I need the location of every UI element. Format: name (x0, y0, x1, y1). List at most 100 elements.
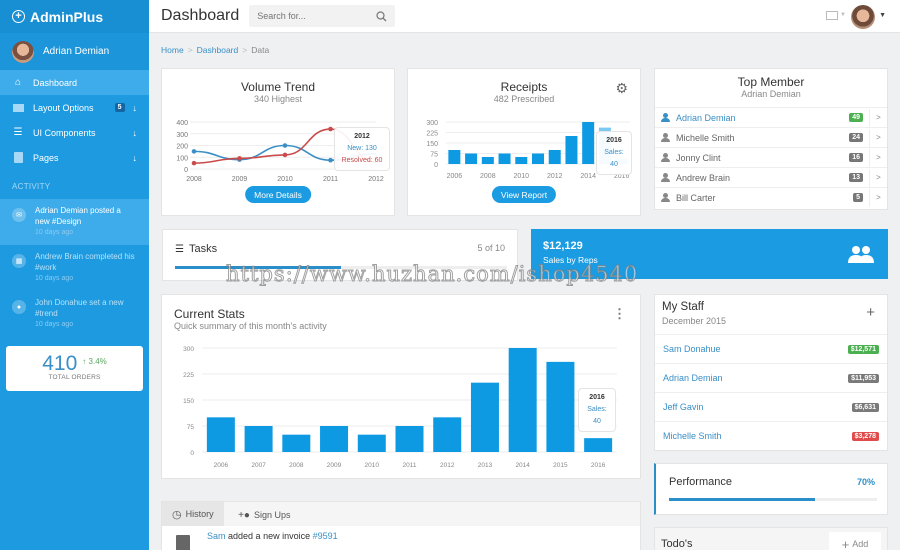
activity-item[interactable]: ✉ Adrian Demian posted a new #Design 10 … (0, 199, 149, 245)
staff-row[interactable]: Jeff Gavin $6,631 (655, 392, 887, 421)
layout-icon (12, 103, 24, 113)
group-icon (848, 246, 874, 263)
staff-name[interactable]: Adrian Demian (663, 373, 848, 383)
search-box[interactable] (249, 5, 396, 27)
x-tick-label: 2006 (214, 462, 229, 469)
home-icon: ⌂ (14, 77, 22, 88)
caret-down-icon[interactable]: ▼ (840, 12, 846, 18)
performance-progress-fill (669, 498, 815, 501)
sales-by-reps-card: $12,129 Sales by Reps (531, 229, 888, 279)
caret-down-icon[interactable]: ▼ (879, 12, 886, 19)
search-icon[interactable] (376, 10, 387, 22)
person-add-icon: +● (238, 509, 250, 521)
member-row[interactable]: Jonny Clint 16 > (655, 147, 887, 167)
chevron-right-icon[interactable]: > (869, 188, 887, 207)
sliders-icon: ☰ (13, 127, 23, 138)
y-tick-label: 300 (183, 346, 194, 353)
member-name[interactable]: Jonny Clint (676, 153, 849, 163)
member-row[interactable]: Adrian Demian 49 > (655, 107, 887, 127)
tasks-progress-fill (175, 266, 341, 269)
breadcrumb-dashboard[interactable]: Dashboard (197, 45, 239, 55)
sidebar-item-ui-components[interactable]: ☰ UI Components ↓ (0, 120, 149, 145)
performance-card: Performance 70% (654, 463, 888, 515)
x-tick-label: 2010 (513, 173, 529, 180)
staff-row[interactable]: Michelle Smith $3,278 (655, 421, 887, 450)
sidebar-item-layout-options[interactable]: Layout Options 5 ↓ (0, 95, 149, 120)
staff-row[interactable]: Adrian Demian $11,953 (655, 363, 887, 392)
tab-history[interactable]: ◷ History (162, 502, 224, 526)
member-list: Adrian Demian 49 > Michelle Smith 24 > J… (655, 107, 887, 207)
history-user-link[interactable]: Sam (207, 531, 226, 541)
chevron-right-icon[interactable]: > (869, 168, 887, 187)
bar (582, 122, 595, 164)
x-tick-label: 2016 (591, 462, 606, 469)
staff-name[interactable]: Sam Donahue (663, 344, 848, 354)
data-point (237, 156, 242, 161)
orders-value: 410 (42, 352, 78, 375)
x-tick-label: 2006 (447, 173, 463, 180)
sidebar-item-label: Dashboard (33, 77, 78, 88)
bar (481, 157, 494, 164)
add-todo-button[interactable]: + Add (829, 532, 881, 550)
member-count-badge: 16 (849, 153, 863, 162)
chevron-right-icon[interactable]: > (869, 108, 887, 127)
mail-icon[interactable] (826, 11, 838, 20)
add-staff-button[interactable]: + (866, 304, 875, 321)
sidebar-item-label: Pages (33, 152, 59, 163)
member-row[interactable]: Bill Carter 5 > (655, 187, 887, 207)
member-name[interactable]: Michelle Smith (676, 133, 849, 143)
y-tick-label: 100 (176, 155, 188, 162)
y-tick-label: 225 (426, 131, 438, 138)
sidebar-item-dashboard[interactable]: ⌂ Dashboard (0, 70, 149, 95)
plus-circle-icon: + (12, 10, 25, 23)
more-details-button[interactable]: More Details (245, 186, 311, 203)
sales-amount: $12,129 (543, 240, 583, 252)
tasks-title: Tasks (188, 243, 218, 255)
view-report-button[interactable]: View Report (491, 186, 557, 203)
activity-item[interactable]: ● John Donahue set a new #trend 10 days … (0, 291, 149, 337)
tasks-progress (175, 266, 507, 269)
x-tick-label: 2008 (186, 176, 202, 183)
performance-title: Performance (669, 476, 732, 488)
my-staff-card: My Staff December 2015 + Sam Donahue $12… (654, 294, 888, 451)
member-row[interactable]: Andrew Brain 13 > (655, 167, 887, 187)
activity-item[interactable]: ▦ Andrew Brain completed his #work 10 da… (0, 245, 149, 291)
performance-value: 70% (856, 477, 875, 487)
member-name[interactable]: Adrian Demian (676, 113, 849, 123)
x-tick-label: 2015 (553, 462, 568, 469)
top-bar: Dashboard ▼ ▼ (149, 0, 900, 33)
member-name[interactable]: Andrew Brain (676, 173, 849, 183)
tab-sign-ups[interactable]: +● Sign Ups (228, 503, 300, 527)
activity-heading: ACTIVITY (12, 182, 51, 191)
breadcrumb-home[interactable]: Home (161, 45, 184, 55)
tab-label: Sign Ups (253, 510, 291, 520)
sidebar-item-pages[interactable]: Pages ↓ (0, 145, 149, 170)
y-tick-label: 200 (176, 144, 188, 151)
bar (532, 153, 544, 164)
card-title: Receipts (500, 80, 548, 94)
chevron-right-icon[interactable]: > (869, 148, 887, 167)
y-tick-label: 0 (190, 450, 194, 457)
search-input[interactable] (257, 11, 377, 21)
brand-logo[interactable]: + AdminPlus (0, 0, 149, 33)
chevron-right-icon[interactable]: > (869, 128, 887, 147)
person-icon (661, 193, 670, 202)
orders-change: 3.4% (88, 357, 107, 366)
invoice-link[interactable]: #9591 (313, 531, 338, 541)
staff-list: Sam Donahue $12,571 Adrian Demian $11,953… (655, 334, 887, 450)
tooltip-title: 2016 (589, 394, 605, 401)
gear-icon[interactable]: ⚙ (615, 80, 628, 97)
user-avatar[interactable] (851, 5, 875, 29)
chart-tooltip: 2016 Sales: 40 (578, 388, 616, 432)
staff-name[interactable]: Michelle Smith (663, 431, 852, 441)
sidebar-user[interactable]: Adrian Demian (0, 33, 149, 70)
card-subtitle: 482 Prescribed (493, 94, 555, 104)
member-name[interactable]: Bill Carter (676, 193, 853, 203)
tooltip-sales: Sales: 40 (587, 406, 607, 425)
member-row[interactable]: Michelle Smith 24 > (655, 127, 887, 147)
tooltip-title: 2016 (606, 137, 622, 144)
plus-icon: + (841, 536, 850, 550)
more-vert-icon[interactable]: ⋮ (613, 306, 626, 322)
staff-name[interactable]: Jeff Gavin (663, 402, 852, 412)
staff-row[interactable]: Sam Donahue $12,571 (655, 334, 887, 363)
